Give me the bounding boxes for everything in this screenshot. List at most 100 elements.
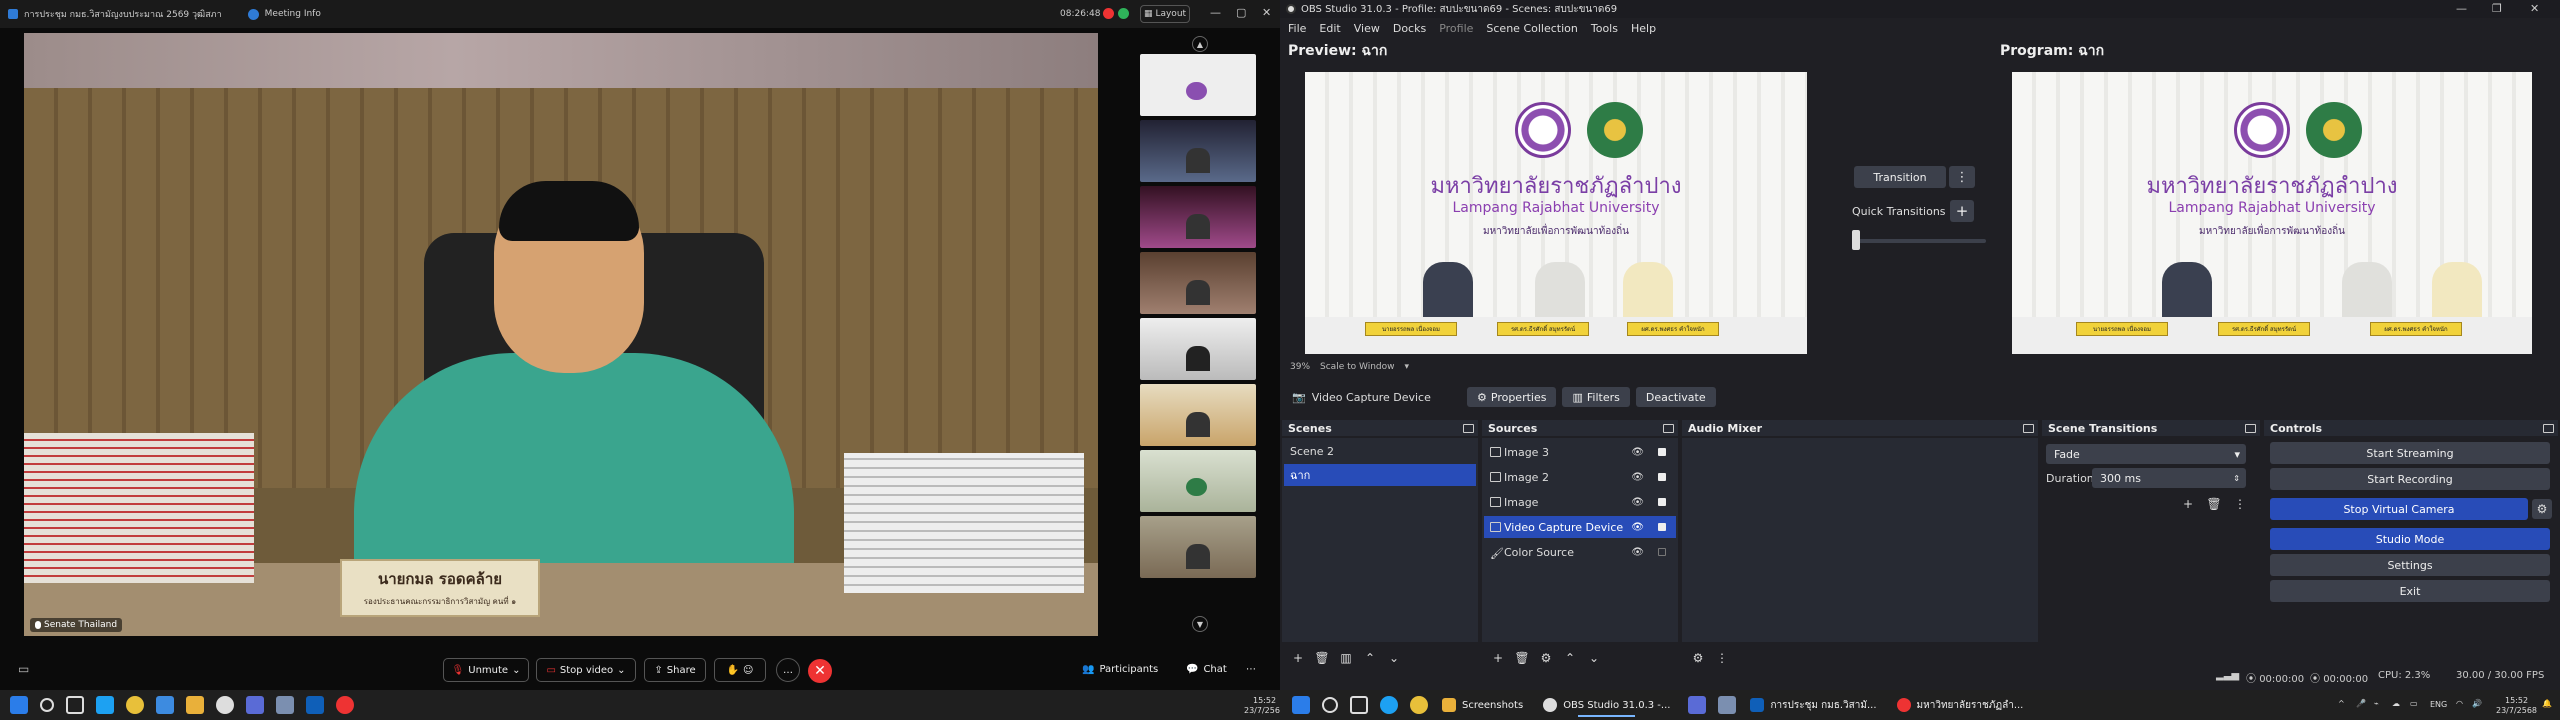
- maximize-icon[interactable]: ❐: [2492, 2, 2502, 15]
- menu-tools[interactable]: Tools: [1591, 22, 1618, 35]
- source-item-selected[interactable]: Video Capture Device 👁: [1484, 516, 1676, 538]
- transition-button[interactable]: Transition: [1854, 166, 1946, 188]
- float-icon[interactable]: [1463, 423, 1474, 433]
- scene-item[interactable]: Scene 2: [1284, 440, 1476, 462]
- scene-item-selected[interactable]: ฉาก: [1284, 464, 1476, 486]
- more-button[interactable]: …: [776, 658, 800, 682]
- maximize-icon[interactable]: ▢: [1236, 6, 1246, 19]
- float-icon[interactable]: [2023, 423, 2034, 433]
- eye-icon[interactable]: 👁: [1631, 447, 1644, 458]
- task-view-icon[interactable]: [66, 696, 84, 714]
- windows-start-icon[interactable]: [1292, 696, 1310, 714]
- menu-scene-collection[interactable]: Scene Collection: [1486, 22, 1577, 35]
- app-icon[interactable]: [276, 696, 294, 714]
- gear-icon[interactable]: ⚙: [2532, 499, 2552, 519]
- stepper-icon[interactable]: ⇕: [2233, 474, 2240, 483]
- meeting-info-link[interactable]: Meeting Info: [265, 9, 321, 19]
- preview-canvas[interactable]: มหาวิทยาลัยราชภัฏลำปาง Lampang Rajabhat …: [1305, 72, 1807, 354]
- trash-icon[interactable]: 🗑: [2204, 494, 2224, 514]
- menu-docks[interactable]: Docks: [1393, 22, 1426, 35]
- source-item[interactable]: 🖌 Color Source 👁: [1484, 541, 1676, 563]
- add-icon[interactable]: +: [2178, 494, 2198, 514]
- float-icon[interactable]: [1663, 423, 1674, 433]
- search-icon[interactable]: [40, 698, 54, 712]
- layout-button[interactable]: ▦ Layout: [1140, 5, 1190, 23]
- eye-icon[interactable]: 👁: [1631, 472, 1644, 483]
- menu-help[interactable]: Help: [1631, 22, 1656, 35]
- taskbar-app-zoom[interactable]: การประชุม กมธ.วิสามั...: [1742, 693, 1884, 717]
- minimize-icon[interactable]: —: [2456, 2, 2467, 15]
- source-item[interactable]: Image 👁: [1484, 491, 1676, 513]
- stop-video-button[interactable]: ▭ Stop video ⌄: [536, 658, 636, 682]
- main-video[interactable]: นายกมล รอดคล้าย รองประธานคณะกรรมาธิการวิ…: [24, 33, 1098, 636]
- unlock-icon[interactable]: [1658, 548, 1666, 556]
- taskbar-app-chrome[interactable]: มหาวิทยาลัยราชภัฏลำ...: [1889, 693, 2032, 717]
- eye-icon[interactable]: 👁: [1631, 522, 1644, 533]
- share-button[interactable]: ⇪ Share: [644, 658, 706, 682]
- minimize-icon[interactable]: —: [1210, 6, 1221, 19]
- scale-select[interactable]: Scale to Window: [1320, 362, 1394, 372]
- stop-virtual-camera-button[interactable]: Stop Virtual Camera: [2270, 498, 2528, 520]
- source-item[interactable]: Image 2 👁: [1484, 466, 1676, 488]
- battery-icon[interactable]: ▭: [2410, 699, 2418, 709]
- exit-button[interactable]: Exit: [2270, 580, 2550, 602]
- unmute-button[interactable]: 🎙 Unmute ⌄: [443, 658, 529, 682]
- float-icon[interactable]: [2543, 423, 2554, 433]
- cloud-icon[interactable]: ☁: [2392, 699, 2400, 709]
- store-icon[interactable]: [156, 696, 174, 714]
- more-icon[interactable]: ⋮: [1949, 166, 1975, 188]
- lock-icon[interactable]: [1658, 523, 1666, 531]
- properties-button[interactable]: ⚙ Properties: [1467, 387, 1557, 407]
- notification-icon[interactable]: 🔔: [2542, 699, 2552, 709]
- chrome-icon[interactable]: [336, 696, 354, 714]
- eye-icon[interactable]: 👁: [1631, 547, 1644, 558]
- transition-slider[interactable]: [1854, 239, 1986, 243]
- search-icon[interactable]: [1322, 697, 1338, 713]
- mic-icon[interactable]: 🎤: [2356, 699, 2366, 709]
- obs-icon[interactable]: [216, 696, 234, 714]
- duration-input[interactable]: 300 ms ⇕: [2092, 468, 2246, 488]
- task-view-icon[interactable]: [1350, 696, 1368, 714]
- captions-icon[interactable]: ▭: [18, 662, 29, 676]
- participant-thumbnail[interactable]: [1140, 318, 1256, 380]
- deactivate-button[interactable]: Deactivate: [1635, 387, 1716, 407]
- close-icon[interactable]: ✕: [1262, 6, 1271, 19]
- volume-icon[interactable]: 🔊: [2472, 699, 2482, 709]
- app-icon[interactable]: [246, 696, 264, 714]
- chrome-icon[interactable]: [126, 696, 144, 714]
- end-call-button[interactable]: ✕: [808, 659, 832, 683]
- taskbar-app-screenshots[interactable]: Screenshots: [1434, 693, 1531, 717]
- eye-icon[interactable]: 👁: [1631, 497, 1644, 508]
- participant-thumbnail[interactable]: [1140, 54, 1256, 116]
- participant-thumbnail[interactable]: [1140, 252, 1256, 314]
- studio-mode-button[interactable]: Studio Mode: [2270, 528, 2550, 550]
- recording-icon[interactable]: [1103, 8, 1114, 19]
- chrome-icon[interactable]: [1410, 696, 1428, 714]
- edge-icon[interactable]: [1380, 696, 1398, 714]
- lock-icon[interactable]: [1658, 498, 1666, 506]
- app-icon[interactable]: [1688, 696, 1707, 714]
- edge-icon[interactable]: [96, 696, 114, 714]
- wifi-icon[interactable]: ◠: [2456, 699, 2463, 709]
- more-options-button[interactable]: ⋯: [1246, 664, 1256, 675]
- participant-thumbnail[interactable]: [1140, 120, 1256, 182]
- clock[interactable]: 15:52 23/7/2568: [1244, 696, 1285, 716]
- transition-select[interactable]: Fade ▾: [2046, 444, 2246, 464]
- menu-edit[interactable]: Edit: [1319, 22, 1340, 35]
- close-icon[interactable]: ✕: [2530, 2, 2539, 15]
- transition-slider-handle[interactable]: [1852, 230, 1860, 250]
- lock-icon[interactable]: [1658, 448, 1666, 456]
- info-icon[interactable]: [247, 8, 259, 20]
- settings-button[interactable]: Settings: [2270, 554, 2550, 576]
- chevron-down-icon[interactable]: ▾: [1404, 362, 1409, 372]
- chevron-down-icon[interactable]: ▼: [1192, 616, 1208, 632]
- source-item[interactable]: Image 3 👁: [1484, 441, 1676, 463]
- taskbar-app-obs[interactable]: OBS Studio 31.0.3 -...: [1535, 693, 1678, 717]
- clock[interactable]: 15:52 23/7/2568: [2496, 696, 2537, 716]
- folder-icon[interactable]: [186, 696, 204, 714]
- menu-file[interactable]: File: [1288, 22, 1306, 35]
- participant-thumbnail[interactable]: [1140, 384, 1256, 446]
- start-recording-button[interactable]: Start Recording: [2270, 468, 2550, 490]
- reactions-button[interactable]: ✋ ☺: [714, 658, 766, 682]
- participants-button[interactable]: 👥 Participants: [1082, 664, 1158, 675]
